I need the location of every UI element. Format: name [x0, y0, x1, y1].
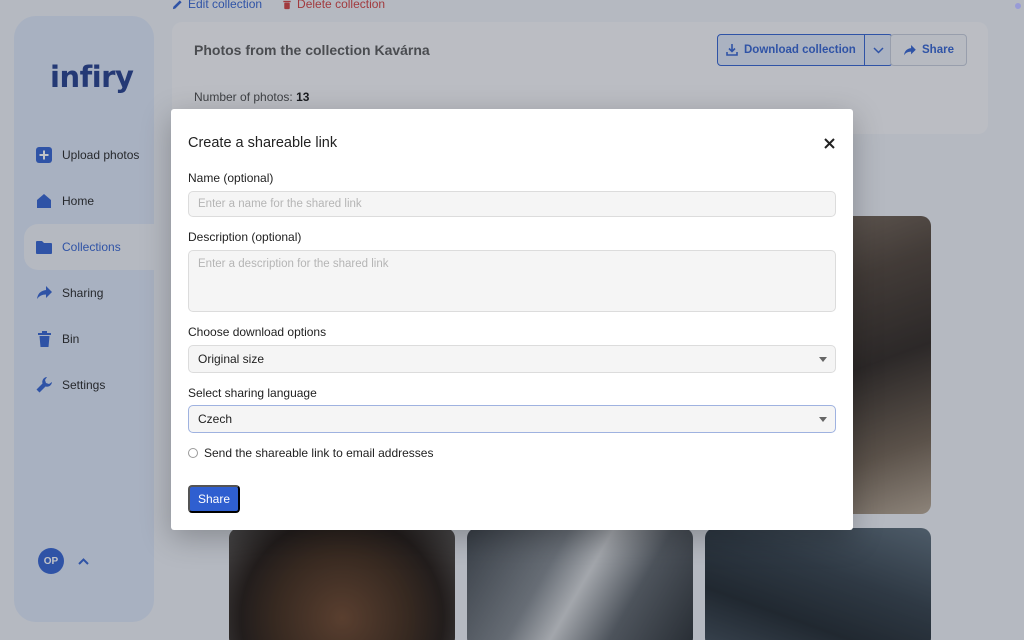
sharing-language-value: Czech: [198, 412, 233, 426]
download-options-label: Choose download options: [188, 325, 327, 339]
status-dot: [1015, 3, 1021, 9]
share-link-dialog: Create a shareable link Name (optional) …: [171, 109, 853, 530]
download-option-value: Original size: [198, 352, 265, 366]
close-dialog-button[interactable]: [821, 135, 837, 151]
caret-down-icon: [819, 417, 827, 422]
close-icon: [823, 137, 835, 149]
description-input[interactable]: [188, 250, 836, 312]
name-field-label: Name (optional): [188, 171, 274, 185]
name-input[interactable]: [188, 191, 836, 217]
caret-down-icon: [819, 357, 827, 362]
email-option-label: Send the shareable link to email address…: [204, 446, 434, 460]
email-option[interactable]: Send the shareable link to email address…: [188, 446, 433, 460]
description-field-label: Description (optional): [188, 230, 302, 244]
dialog-title: Create a shareable link: [188, 135, 338, 151]
share-submit-button[interactable]: Share: [188, 485, 240, 513]
sharing-language-label: Select sharing language: [188, 386, 317, 400]
sharing-language-select[interactable]: Czech: [188, 405, 836, 433]
email-option-radio[interactable]: [188, 448, 198, 458]
download-options-select[interactable]: Original size: [188, 345, 836, 373]
